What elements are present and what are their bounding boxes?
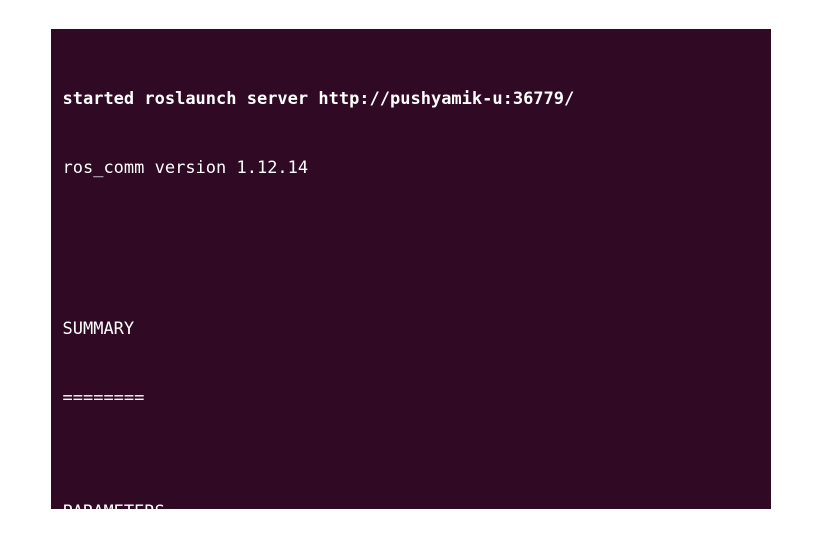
terminal-line: ======== [63, 387, 759, 410]
terminal-line: started roslaunch server http://pushyami… [63, 88, 759, 111]
terminal-line: SUMMARY [63, 318, 759, 341]
terminal-window[interactable]: started roslaunch server http://pushyami… [51, 29, 771, 509]
terminal-line: PARAMETERS [63, 501, 759, 508]
terminal-line: ros_comm version 1.12.14 [63, 157, 759, 180]
